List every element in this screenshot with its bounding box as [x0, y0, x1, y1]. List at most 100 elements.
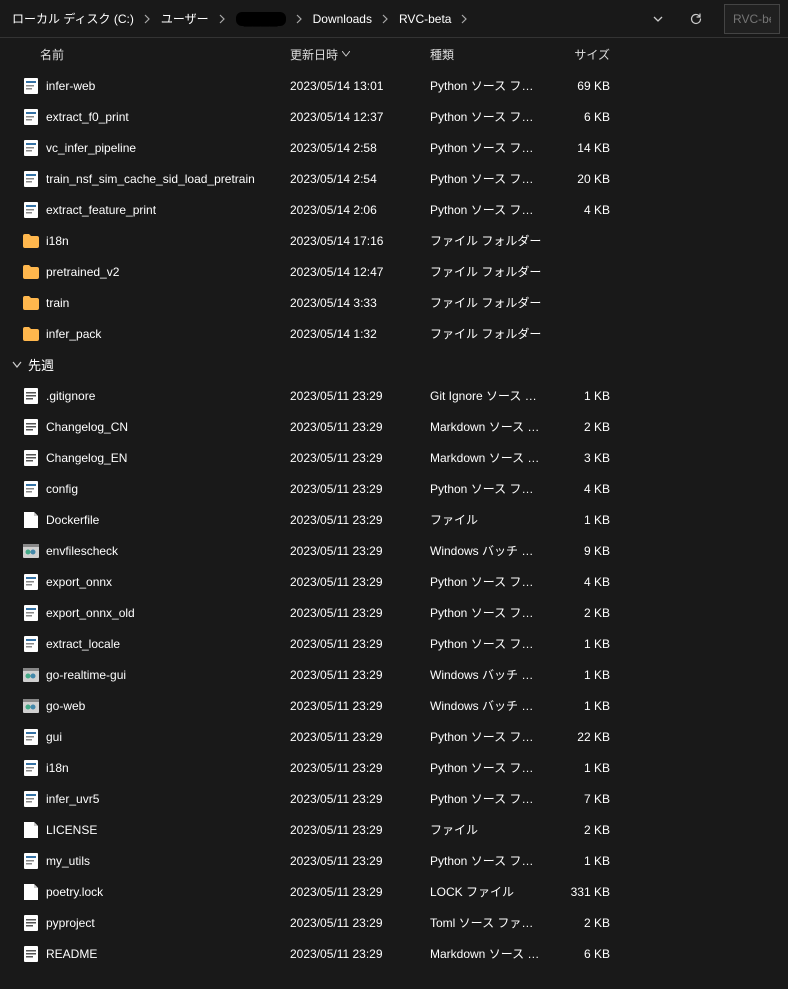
- file-name: infer_uvr5: [46, 792, 290, 806]
- file-row[interactable]: i18n2023/05/14 17:16ファイル フォルダー: [0, 225, 788, 256]
- file-row[interactable]: README2023/05/11 23:29Markdown ソース フ…6 K…: [0, 938, 788, 969]
- file-row[interactable]: pretrained_v22023/05/14 12:47ファイル フォルダー: [0, 256, 788, 287]
- file-type: Python ソース ファイル: [430, 480, 545, 497]
- file-name: Changelog_CN: [46, 420, 290, 434]
- file-row[interactable]: vc_infer_pipeline2023/05/14 2:58Python ソ…: [0, 132, 788, 163]
- file-row[interactable]: envfilescheck2023/05/11 23:29Windows バッチ…: [0, 535, 788, 566]
- toml-icon: [22, 914, 40, 932]
- file-row[interactable]: Changelog_EN2023/05/11 23:29Markdown ソース…: [0, 442, 788, 473]
- file-row[interactable]: config2023/05/11 23:29Python ソース ファイル4 K…: [0, 473, 788, 504]
- header-date[interactable]: 更新日時: [290, 46, 430, 63]
- file-name: Changelog_EN: [46, 451, 290, 465]
- file-row[interactable]: train_nsf_sim_cache_sid_load_pretrain202…: [0, 163, 788, 194]
- header-type[interactable]: 種類: [430, 46, 545, 63]
- file-name: extract_f0_print: [46, 110, 290, 124]
- search-input[interactable]: [724, 4, 780, 34]
- file-row[interactable]: gui2023/05/11 23:29Python ソース ファイル22 KB: [0, 721, 788, 752]
- file-date: 2023/05/11 23:29: [290, 823, 430, 837]
- file-type: ファイル フォルダー: [430, 263, 545, 280]
- file-date: 2023/05/11 23:29: [290, 699, 430, 713]
- py-icon: [22, 480, 40, 498]
- bat-icon: [22, 697, 40, 715]
- file-type: Python ソース ファイル: [430, 728, 545, 745]
- file-date: 2023/05/14 2:54: [290, 172, 430, 186]
- file-date: 2023/05/11 23:29: [290, 637, 430, 651]
- file-name: envfilescheck: [46, 544, 290, 558]
- group-label: 先週: [28, 355, 54, 374]
- file-icon: [22, 821, 40, 839]
- file-row[interactable]: my_utils2023/05/11 23:29Python ソース ファイル1…: [0, 845, 788, 876]
- file-date: 2023/05/11 23:29: [290, 947, 430, 961]
- file-row[interactable]: LICENSE2023/05/11 23:29ファイル2 KB: [0, 814, 788, 845]
- file-name: go-web: [46, 699, 290, 713]
- file-name: pretrained_v2: [46, 265, 290, 279]
- file-row[interactable]: Dockerfile2023/05/11 23:29ファイル1 KB: [0, 504, 788, 535]
- file-row[interactable]: infer_uvr52023/05/11 23:29Python ソース ファイ…: [0, 783, 788, 814]
- group-header[interactable]: 先週: [0, 349, 788, 380]
- refresh-icon[interactable]: [684, 7, 708, 31]
- file-date: 2023/05/11 23:29: [290, 513, 430, 527]
- breadcrumb-segment[interactable]: ████: [232, 10, 290, 28]
- file-row[interactable]: extract_locale2023/05/11 23:29Python ソース…: [0, 628, 788, 659]
- file-row[interactable]: Changelog_CN2023/05/11 23:29Markdown ソース…: [0, 411, 788, 442]
- file-size: 4 KB: [545, 203, 620, 217]
- file-name: poetry.lock: [46, 885, 290, 899]
- file-name: my_utils: [46, 854, 290, 868]
- file-type: Python ソース ファイル: [430, 77, 545, 94]
- py-icon: [22, 77, 40, 95]
- file-row[interactable]: export_onnx2023/05/11 23:29Python ソース ファ…: [0, 566, 788, 597]
- file-type: Python ソース ファイル: [430, 139, 545, 156]
- chevron-down-icon[interactable]: [646, 7, 670, 31]
- md-icon: [22, 945, 40, 963]
- py-icon: [22, 170, 40, 188]
- py-icon: [22, 139, 40, 157]
- file-size: 1 KB: [545, 389, 620, 403]
- breadcrumb-segment[interactable]: ユーザー: [157, 8, 213, 29]
- breadcrumb-segment[interactable]: Downloads: [309, 10, 376, 28]
- file-row[interactable]: train2023/05/14 3:33ファイル フォルダー: [0, 287, 788, 318]
- py-icon: [22, 573, 40, 591]
- file-size: 1 KB: [545, 854, 620, 868]
- file-row[interactable]: infer-web2023/05/14 13:01Python ソース ファイル…: [0, 70, 788, 101]
- file-type: Windows バッチ ファ…: [430, 542, 545, 559]
- file-type: Markdown ソース フ…: [430, 449, 545, 466]
- file-row[interactable]: infer_pack2023/05/14 1:32ファイル フォルダー: [0, 318, 788, 349]
- file-row[interactable]: export_onnx_old2023/05/11 23:29Python ソー…: [0, 597, 788, 628]
- py-icon: [22, 604, 40, 622]
- file-row[interactable]: .gitignore2023/05/11 23:29Git Ignore ソース…: [0, 380, 788, 411]
- header-size[interactable]: サイズ: [545, 46, 620, 63]
- chevron-right-icon: [142, 14, 153, 24]
- file-row[interactable]: extract_f0_print2023/05/14 12:37Python ソ…: [0, 101, 788, 132]
- file-date: 2023/05/14 12:47: [290, 265, 430, 279]
- file-size: 2 KB: [545, 606, 620, 620]
- sort-desc-icon: [342, 51, 350, 57]
- file-date: 2023/05/14 2:58: [290, 141, 430, 155]
- header-name[interactable]: 名前: [40, 46, 290, 63]
- file-type: Toml ソース ファイル: [430, 914, 545, 931]
- column-headers: 名前 更新日時 種類 サイズ: [0, 38, 788, 70]
- toolbar-controls: [638, 7, 716, 31]
- file-date: 2023/05/11 23:29: [290, 916, 430, 930]
- file-name: export_onnx: [46, 575, 290, 589]
- file-row[interactable]: pyproject2023/05/11 23:29Toml ソース ファイル2 …: [0, 907, 788, 938]
- file-date: 2023/05/14 12:37: [290, 110, 430, 124]
- breadcrumb[interactable]: ローカル ディスク (C:) ユーザー ████ Downloads RVC-beta: [8, 8, 638, 29]
- file-row[interactable]: poetry.lock2023/05/11 23:29LOCK ファイル331 …: [0, 876, 788, 907]
- chevron-right-icon: [459, 14, 470, 24]
- file-date: 2023/05/11 23:29: [290, 730, 430, 744]
- file-size: 1 KB: [545, 668, 620, 682]
- file-row[interactable]: go-realtime-gui2023/05/11 23:29Windows バ…: [0, 659, 788, 690]
- breadcrumb-segment[interactable]: RVC-beta: [395, 10, 455, 28]
- file-list: infer-web2023/05/14 13:01Python ソース ファイル…: [0, 70, 788, 989]
- breadcrumb-segment[interactable]: ローカル ディスク (C:): [8, 8, 138, 29]
- file-row[interactable]: extract_feature_print2023/05/14 2:06Pyth…: [0, 194, 788, 225]
- md-icon: [22, 449, 40, 467]
- file-size: 7 KB: [545, 792, 620, 806]
- file-size: 2 KB: [545, 420, 620, 434]
- file-name: go-realtime-gui: [46, 668, 290, 682]
- file-row[interactable]: i18n2023/05/11 23:29Python ソース ファイル1 KB: [0, 752, 788, 783]
- file-row[interactable]: go-web2023/05/11 23:29Windows バッチ ファ…1 K…: [0, 690, 788, 721]
- file-date: 2023/05/11 23:29: [290, 606, 430, 620]
- file-date: 2023/05/11 23:29: [290, 854, 430, 868]
- file-size: 6 KB: [545, 947, 620, 961]
